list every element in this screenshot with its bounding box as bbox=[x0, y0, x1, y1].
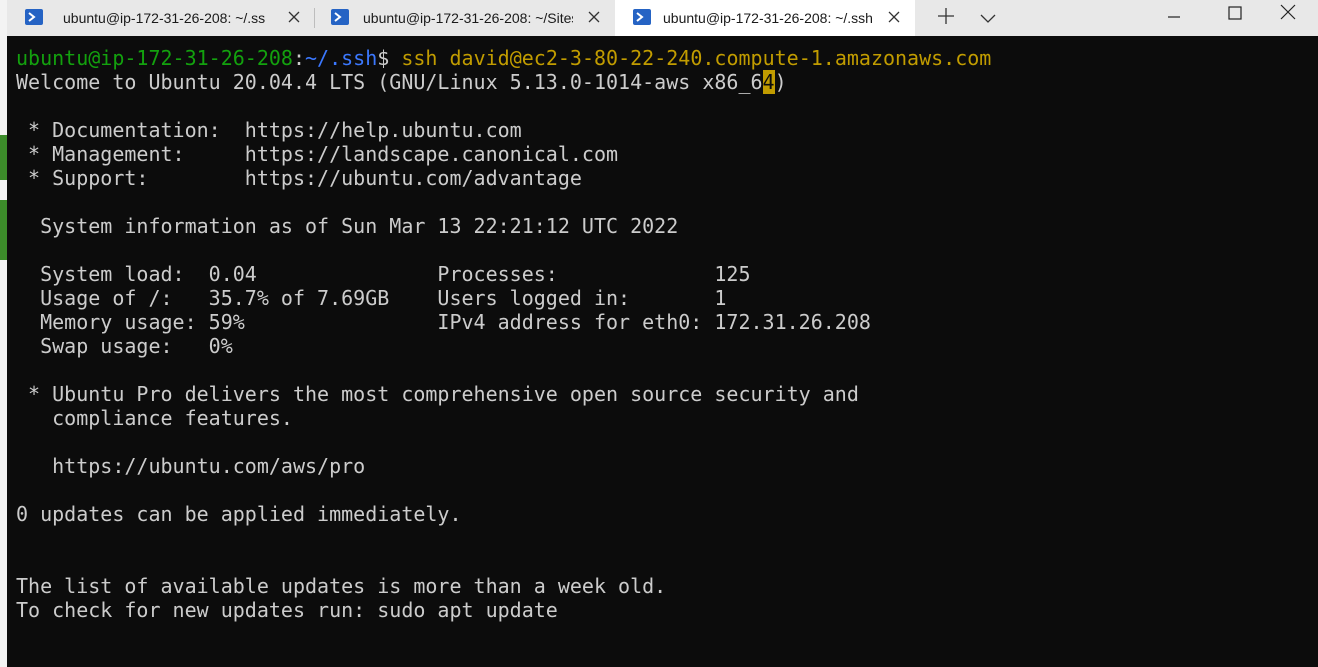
close-icon[interactable] bbox=[887, 10, 901, 24]
close-icon[interactable] bbox=[587, 10, 601, 24]
minimize-icon bbox=[1167, 9, 1181, 28]
welcome-text: Welcome to Ubuntu 20.04.4 LTS (GNU/Linux… bbox=[16, 70, 763, 94]
background-window-accent bbox=[0, 200, 7, 260]
prompt-path: ~/.ssh bbox=[305, 46, 378, 70]
tab-1[interactable]: ubuntu@ip-172-31-26-208: ~/.ssh bbox=[7, 0, 315, 36]
terminal-line: 0 updates can be applied immediately. bbox=[16, 502, 462, 526]
tab-2[interactable]: ubuntu@ip-172-31-26-208: ~/Sites bbox=[315, 0, 615, 36]
terminal-output[interactable]: ubuntu@ip-172-31-26-208:~/.ssh$ ssh davi… bbox=[7, 36, 1318, 667]
powershell-icon bbox=[25, 9, 43, 25]
plus-icon bbox=[937, 7, 955, 29]
prompt-colon: : bbox=[292, 46, 305, 70]
terminal-line: * Support: https://ubuntu.com/advantage bbox=[16, 166, 582, 190]
tab-label: ubuntu@ip-172-31-26-208: ~/.ssh bbox=[663, 10, 873, 26]
title-bar: ubuntu@ip-172-31-26-208: ~/.ssh ubuntu@i… bbox=[7, 0, 1318, 36]
close-icon bbox=[1280, 4, 1296, 24]
close-icon[interactable] bbox=[287, 10, 301, 24]
command-text: ssh david@ec2-3-80-22-240.compute-1.amaz… bbox=[389, 46, 992, 70]
terminal-line: To check for new updates run: sudo apt u… bbox=[16, 598, 558, 622]
new-tab-button[interactable] bbox=[929, 0, 963, 36]
chevron-down-icon bbox=[980, 9, 996, 28]
terminal-cursor: 4 bbox=[762, 70, 775, 94]
tab-label: ubuntu@ip-172-31-26-208: ~/.ssh bbox=[63, 10, 266, 26]
tab-label: ubuntu@ip-172-31-26-208: ~/Sites bbox=[363, 10, 573, 26]
background-window-accent bbox=[0, 135, 7, 180]
terminal-line: * Documentation: https://help.ubuntu.com bbox=[16, 118, 522, 142]
terminal-line: https://ubuntu.com/aws/pro bbox=[16, 454, 366, 478]
terminal-line: compliance features. bbox=[16, 406, 293, 430]
tab-3-active[interactable]: ubuntu@ip-172-31-26-208: ~/.ssh bbox=[615, 0, 915, 36]
tab-dropdown-button[interactable] bbox=[973, 0, 1003, 36]
prompt-dollar: $ bbox=[377, 46, 390, 70]
terminal-line: System information as of Sun Mar 13 22:2… bbox=[16, 214, 679, 238]
prompt-line: ubuntu@ip-172-31-26-208:~/.ssh$ ssh davi… bbox=[16, 46, 991, 70]
terminal-line: The list of available updates is more th… bbox=[16, 574, 667, 598]
terminal-line: * Management: https://landscape.canonica… bbox=[16, 142, 619, 166]
terminal-line: Usage of /: 35.7% of 7.69GB Users logged… bbox=[16, 286, 727, 310]
powershell-icon bbox=[633, 9, 651, 25]
maximize-button[interactable] bbox=[1210, 0, 1260, 32]
minimize-button[interactable] bbox=[1149, 0, 1199, 36]
close-window-button[interactable] bbox=[1263, 0, 1313, 32]
terminal-line: * Ubuntu Pro delivers the most comprehen… bbox=[16, 382, 859, 406]
maximize-icon bbox=[1228, 5, 1242, 24]
terminal-line: Swap usage: 0% bbox=[16, 334, 233, 358]
welcome-tail: ) bbox=[774, 70, 787, 94]
terminal-line: System load: 0.04 Processes: 125 bbox=[16, 262, 751, 286]
prompt-user-host: ubuntu@ip-172-31-26-208 bbox=[16, 46, 293, 70]
terminal-line: Memory usage: 59% IPv4 address for eth0:… bbox=[16, 310, 871, 334]
powershell-icon bbox=[331, 9, 349, 25]
terminal-line: Welcome to Ubuntu 20.04.4 LTS (GNU/Linux… bbox=[16, 70, 787, 94]
